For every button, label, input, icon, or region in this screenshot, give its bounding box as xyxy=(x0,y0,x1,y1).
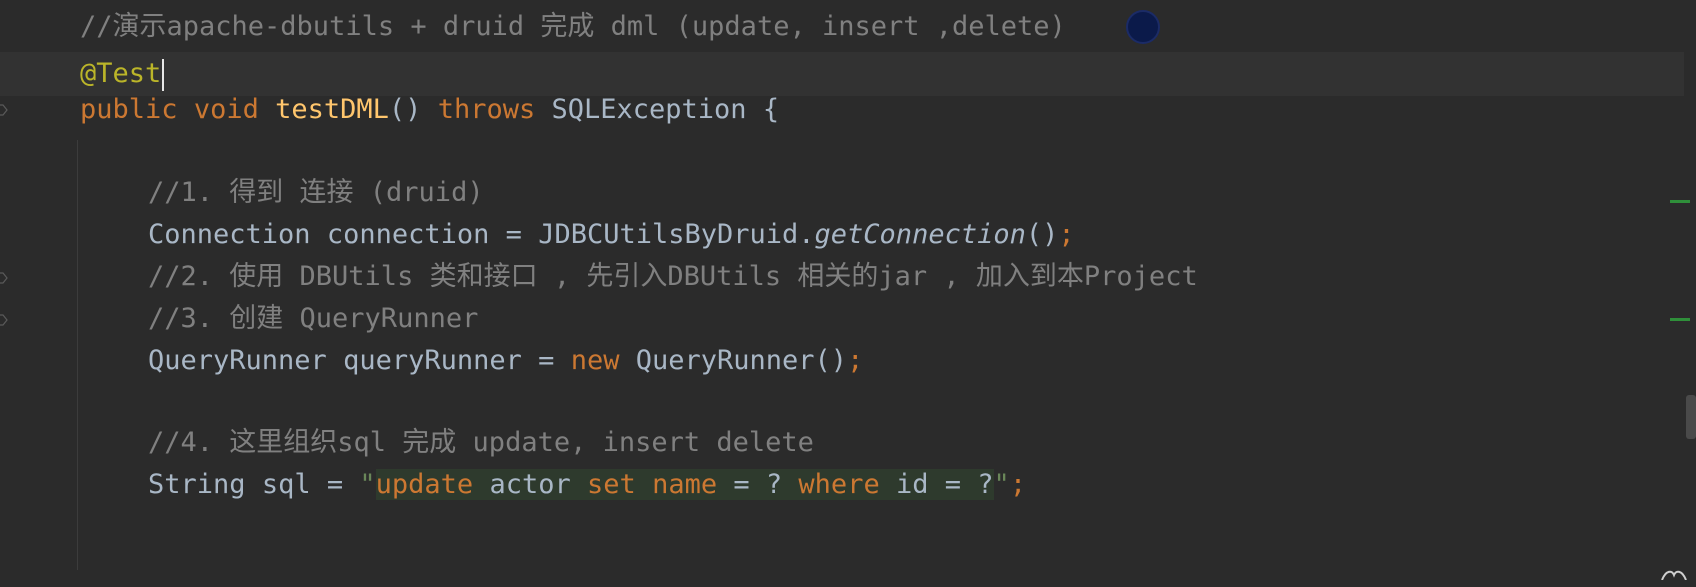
type-name: String xyxy=(148,469,246,500)
code-line[interactable]: String sql = "update actor set name = ? … xyxy=(148,463,1026,507)
string-quote: " xyxy=(359,469,376,500)
vertical-scrollbar[interactable] xyxy=(1684,0,1696,570)
corner-icon xyxy=(1658,556,1690,581)
class-name: JDBCUtilsByDruid. xyxy=(538,219,815,250)
comment-text: //3. 创建 QueryRunner xyxy=(148,303,479,334)
string-quote: " xyxy=(993,469,1010,500)
code-line[interactable]: QueryRunner queryRunner = new QueryRunne… xyxy=(148,339,863,383)
sql-placeholder: ? xyxy=(977,469,994,500)
fold-marker-icon[interactable] xyxy=(0,271,8,285)
operator: = xyxy=(326,469,344,500)
sql-fragment: update actor set name = ? where id = ? xyxy=(375,469,994,500)
fold-marker-icon[interactable] xyxy=(0,313,8,327)
code-line[interactable]: public void testDML() throws SQLExceptio… xyxy=(80,88,779,132)
semicolon: ; xyxy=(1058,219,1075,250)
comment-text: //4. 这里组织sql 完成 update, insert delete xyxy=(148,427,814,458)
indent-guide xyxy=(77,140,78,570)
fold-marker-icon[interactable] xyxy=(0,103,8,117)
code-editor[interactable]: //演示apache-dbutils + druid 完成 dml (updat… xyxy=(0,0,1696,581)
keyword-public: public xyxy=(80,94,178,125)
comment-text: //2. 使用 DBUtils 类和接口 , 先引入DBUtils 相关的jar… xyxy=(148,261,1198,292)
sql-operator: = xyxy=(733,469,750,500)
mouse-pointer-icon xyxy=(1126,10,1160,44)
change-marker[interactable] xyxy=(1670,200,1690,203)
code-line[interactable]: Connection connection = JDBCUtilsByDruid… xyxy=(148,213,1075,257)
method-name: testDML xyxy=(275,94,389,125)
type-name: Connection xyxy=(148,219,311,250)
static-call: getConnection xyxy=(814,219,1026,250)
sql-placeholder: ? xyxy=(765,469,783,500)
constructor-call: QueryRunner() xyxy=(635,345,848,376)
sql-keyword-set: set xyxy=(587,469,636,500)
sql-keyword-update: update xyxy=(375,469,474,500)
annotation-text: @Test xyxy=(80,58,162,89)
code-line[interactable]: //2. 使用 DBUtils 类和接口 , 先引入DBUtils 相关的jar… xyxy=(148,255,1198,299)
keyword-void: void xyxy=(193,94,259,125)
change-marker[interactable] xyxy=(1670,318,1690,321)
operator: = xyxy=(505,219,522,250)
keyword-throws: throws xyxy=(437,94,536,125)
variable-name: connection xyxy=(326,219,490,250)
code-line[interactable]: //演示apache-dbutils + druid 完成 dml (updat… xyxy=(80,5,1066,49)
comment-text: //1. 得到 连接 (druid) xyxy=(148,177,484,208)
comment-text: //演示apache-dbutils + druid 完成 dml (updat… xyxy=(80,11,1066,42)
sql-table: actor xyxy=(489,469,571,500)
semicolon: ; xyxy=(1009,469,1027,500)
operator: = xyxy=(538,345,555,376)
method-parens: () xyxy=(388,94,422,125)
variable-name: queryRunner xyxy=(343,345,522,376)
call-parens: () xyxy=(1025,219,1059,250)
text-caret xyxy=(162,58,165,91)
sql-column: id xyxy=(895,469,929,500)
code-line[interactable]: //4. 这里组织sql 完成 update, insert delete xyxy=(148,421,814,465)
sql-keyword-where: where xyxy=(798,469,880,500)
type-name: QueryRunner xyxy=(148,345,327,376)
sql-operator: = xyxy=(944,469,962,500)
open-brace: { xyxy=(762,94,780,125)
code-line[interactable]: //1. 得到 连接 (druid) xyxy=(148,171,484,215)
scrollbar-thumb[interactable] xyxy=(1686,395,1696,439)
variable-name: sql xyxy=(261,469,311,500)
keyword-new: new xyxy=(570,345,620,376)
exception-type: SQLException xyxy=(551,94,747,125)
sql-column: name xyxy=(652,469,718,500)
code-line[interactable]: //3. 创建 QueryRunner xyxy=(148,297,478,341)
semicolon: ; xyxy=(847,345,864,376)
